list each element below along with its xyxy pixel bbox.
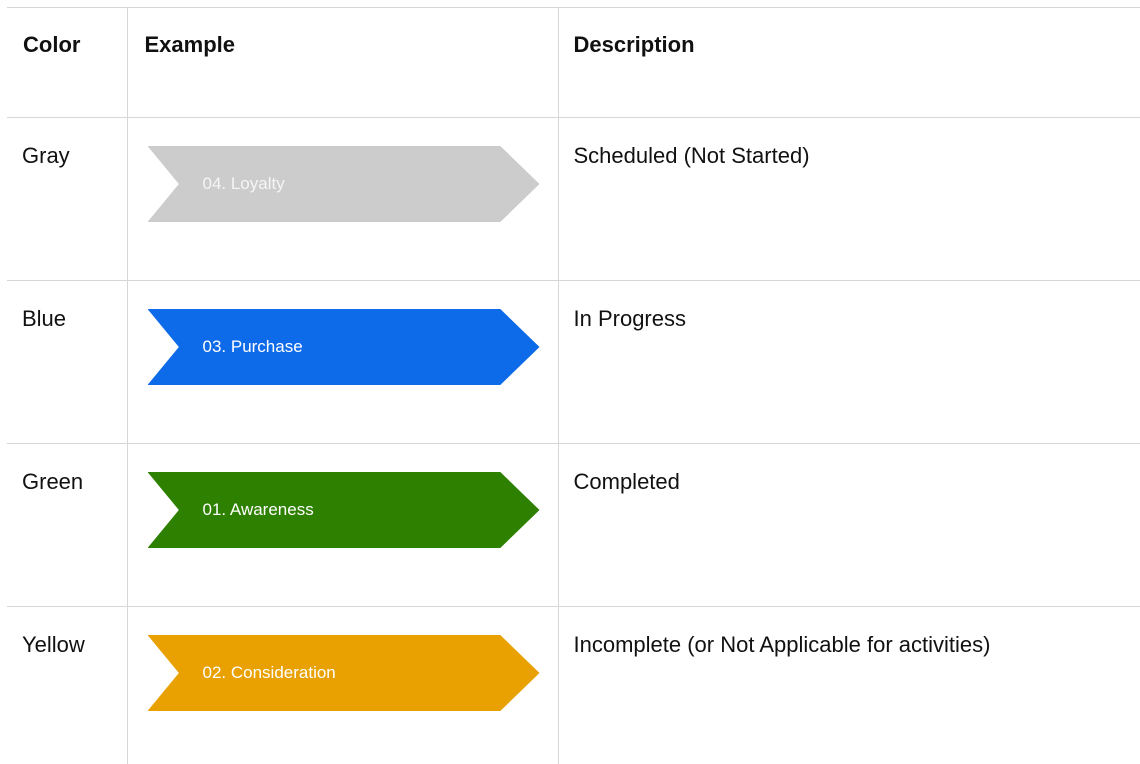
table-row-yellow: Yellow 02. Consideration Incomplete (or … [7, 606, 1140, 764]
stage-chevron-label: 03. Purchase [202, 337, 303, 356]
table-row-green: Green 01. Awareness Completed [7, 443, 1140, 607]
stage-chevron-label: 02. Consideration [202, 663, 336, 682]
description-cell: Scheduled (Not Started) [557, 117, 1140, 281]
table-row-gray: Gray 04. Loyalty Scheduled (Not Started) [7, 117, 1140, 281]
header-color: Color [7, 7, 128, 118]
header-description: Description [557, 7, 1140, 118]
stage-chevron-label: 01. Awareness [202, 500, 314, 519]
example-cell: 02. Consideration [126, 606, 559, 764]
example-cell: 03. Purchase [126, 280, 559, 444]
header-example: Example [126, 7, 559, 118]
description-cell: Incomplete (or Not Applicable for activi… [557, 606, 1140, 764]
stage-chevron-yellow: 02. Consideration [147, 635, 540, 711]
color-name-cell: Yellow [7, 606, 128, 764]
status-color-table: Color Example Description Gray 04. Loyal… [7, 7, 1140, 764]
stage-chevron-green: 01. Awareness [147, 472, 540, 548]
example-cell: 04. Loyalty [126, 117, 559, 281]
table-header-row: Color Example Description [7, 7, 1140, 118]
example-cell: 01. Awareness [126, 443, 559, 607]
stage-chevron-gray: 04. Loyalty [147, 146, 540, 222]
stage-chevron-blue: 03. Purchase [147, 309, 540, 385]
stage-chevron-label: 04. Loyalty [202, 174, 285, 193]
color-name-cell: Green [7, 443, 128, 607]
description-cell: Completed [557, 443, 1140, 607]
table-row-blue: Blue 03. Purchase In Progress [7, 280, 1140, 444]
color-name-cell: Blue [7, 280, 128, 444]
color-name-cell: Gray [7, 117, 128, 281]
description-cell: In Progress [557, 280, 1140, 444]
